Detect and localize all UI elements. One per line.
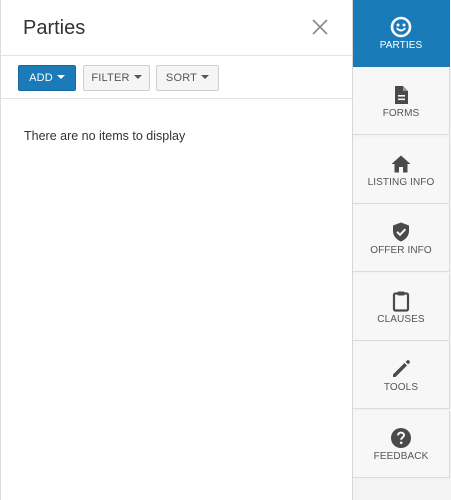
- close-icon: [312, 19, 328, 35]
- rail-item-label: FORMS: [382, 108, 420, 119]
- caret-down-icon: [201, 75, 210, 79]
- rail-item-label: LISTING INFO: [367, 177, 435, 188]
- add-button-label: ADD: [29, 72, 53, 84]
- rail-item-label: TOOLS: [383, 382, 419, 393]
- rail-item-label: FEEDBACK: [373, 451, 429, 462]
- sort-button-label: SORT: [165, 72, 198, 84]
- panel-header: Parties: [1, 0, 353, 56]
- rail-item-label: PARTIES: [379, 40, 423, 51]
- pencil-icon: [393, 360, 410, 377]
- document-icon: [395, 86, 408, 104]
- rail-item-feedback[interactable]: FEEDBACK: [353, 411, 450, 478]
- rail-item-offer-info[interactable]: OFFER INFO: [353, 205, 450, 272]
- toolbar: ADD FILTER SORT: [1, 56, 353, 99]
- smile-face-icon: [390, 16, 412, 38]
- side-rail: PARTIES FORMS LISTING INFO OFFER INFO CL…: [353, 0, 451, 500]
- filter-button[interactable]: FILTER: [83, 65, 150, 91]
- close-button[interactable]: [311, 18, 329, 36]
- rail-item-label: CLAUSES: [377, 314, 425, 325]
- filter-button-label: FILTER: [91, 72, 130, 84]
- panel-title: Parties: [23, 17, 86, 39]
- add-button[interactable]: ADD: [18, 65, 76, 91]
- clipboard-icon: [392, 291, 410, 312]
- caret-down-icon: [133, 75, 142, 79]
- rail-item-label: OFFER INFO: [370, 245, 432, 256]
- rail-item-clauses[interactable]: CLAUSES: [353, 274, 450, 341]
- parties-panel: Parties ADD FILTER SORT There are no ite…: [0, 0, 353, 500]
- caret-down-icon: [56, 75, 65, 79]
- rail-item-tools[interactable]: TOOLS: [353, 342, 450, 409]
- empty-list-message: There are no items to display: [24, 129, 186, 143]
- rail-item-listing-info[interactable]: LISTING INFO: [353, 137, 450, 204]
- shield-check-icon: [393, 222, 409, 242]
- question-circle-icon: [391, 428, 411, 448]
- home-icon: [391, 155, 411, 173]
- rail-item-parties[interactable]: PARTIES: [353, 0, 450, 67]
- sort-button[interactable]: SORT: [156, 65, 219, 91]
- rail-item-forms[interactable]: FORMS: [353, 68, 450, 135]
